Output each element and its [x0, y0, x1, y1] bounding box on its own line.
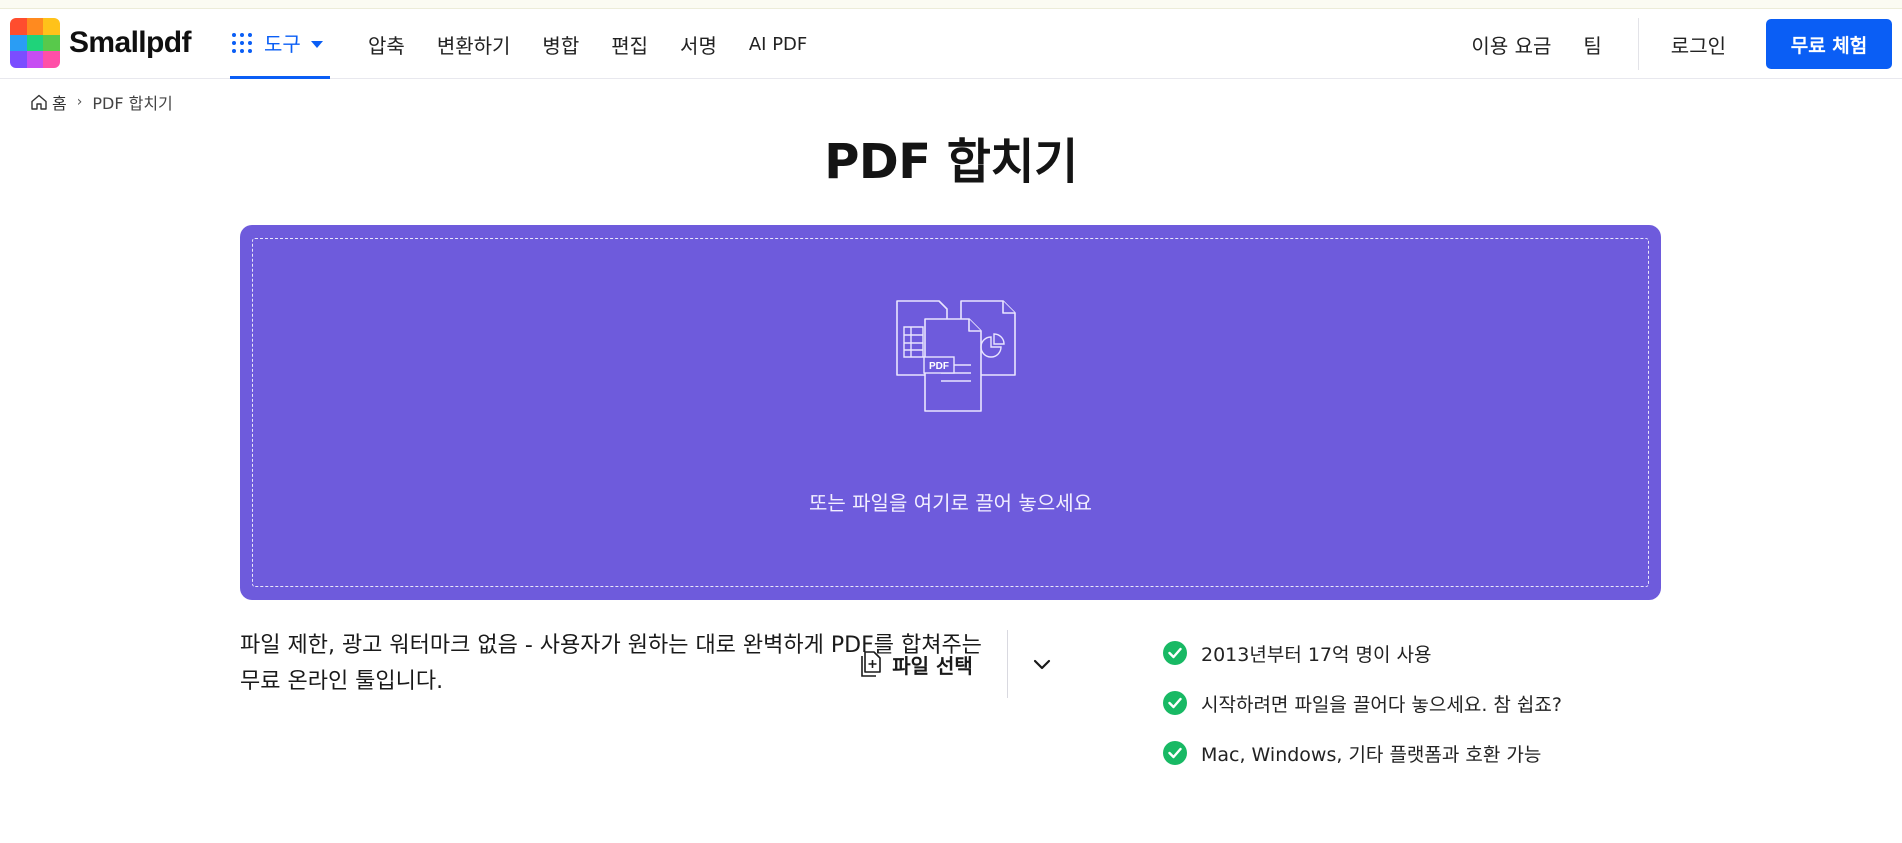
top-navbar: Smallpdf 도구 압축 변환하기 병합 편집 서명 AI PDF 이용 요… [0, 9, 1902, 79]
nav-compress[interactable]: 압축 [368, 30, 405, 59]
page-title: PDF 합치기 [824, 134, 1078, 190]
check-circle-icon [1163, 691, 1187, 715]
feature-text: Mac, Windows, 기타 플랫폼과 호환 가능 [1201, 743, 1542, 766]
apps-grid-icon [232, 32, 252, 53]
free-trial-button[interactable]: 무료 체험 [1766, 19, 1892, 69]
documents-illustration-icon: PDF [896, 300, 1016, 412]
drop-hint-text: 또는 파일을 여기로 끌어 놓으세요 [808, 491, 1093, 515]
breadcrumb-home[interactable]: 홈 [52, 90, 67, 114]
check-circle-icon [1163, 741, 1187, 765]
nav-sign[interactable]: 서명 [680, 30, 717, 59]
description-line-1: 파일 제한, 광고 워터마크 없음 - 사용자가 원하는 대로 완벽하게 PDF… [240, 633, 982, 658]
nav-ai-pdf[interactable]: AI PDF [749, 34, 807, 55]
nav-divider [1637, 18, 1639, 70]
smallpdf-logo[interactable]: Smallpdf [10, 18, 191, 68]
nav-convert[interactable]: 변환하기 [437, 30, 511, 59]
brand-name: Smallpdf [69, 26, 191, 59]
tools-menu-button[interactable]: 도구 [230, 9, 330, 79]
check-circle-icon [1163, 641, 1187, 665]
caret-down-icon [310, 40, 323, 48]
login-link[interactable]: 로그인 [1671, 30, 1726, 59]
feature-text: 2013년부터 17억 명이 사용 [1201, 643, 1432, 666]
breadcrumb-separator: › [76, 94, 83, 110]
logo-icon [10, 18, 60, 68]
tools-label: 도구 [264, 32, 301, 56]
team-link[interactable]: 팀 [1583, 30, 1601, 59]
pdf-art-label: PDF [929, 361, 949, 372]
right-nav: 이용 요금 팀 로그인 무료 체험 [1471, 9, 1902, 79]
main-nav: 압축 변환하기 병합 편집 서명 AI PDF [368, 9, 839, 79]
breadcrumb-current: PDF 합치기 [92, 94, 173, 113]
feature-item: Mac, Windows, 기타 플랫폼과 호환 가능 [1163, 728, 1562, 778]
feature-list: 2013년부터 17억 명이 사용 시작하려면 파일을 끌어다 놓으세요. 참 … [1163, 628, 1562, 778]
feature-item: 2013년부터 17억 명이 사용 [1163, 628, 1562, 678]
tool-description: 파일 제한, 광고 워터마크 없음 - 사용자가 원하는 대로 완벽하게 PDF… [240, 628, 1070, 700]
file-dropzone[interactable]: PDF 파일 선택 [240, 225, 1661, 698]
description-line-2: 무료 온라인 툴입니다. [240, 669, 444, 694]
home-icon[interactable] [30, 93, 48, 111]
pricing-link[interactable]: 이용 요금 [1471, 30, 1551, 59]
nav-merge[interactable]: 병합 [542, 30, 579, 59]
top-strip [0, 0, 1902, 9]
feature-text: 시작하려면 파일을 끌어다 놓으세요. 참 쉽죠? [1201, 693, 1562, 716]
feature-item: 시작하려면 파일을 끌어다 놓으세요. 참 쉽죠? [1163, 678, 1562, 728]
nav-edit[interactable]: 편집 [611, 30, 648, 59]
breadcrumb: 홈 › PDF 합치기 [30, 90, 173, 114]
